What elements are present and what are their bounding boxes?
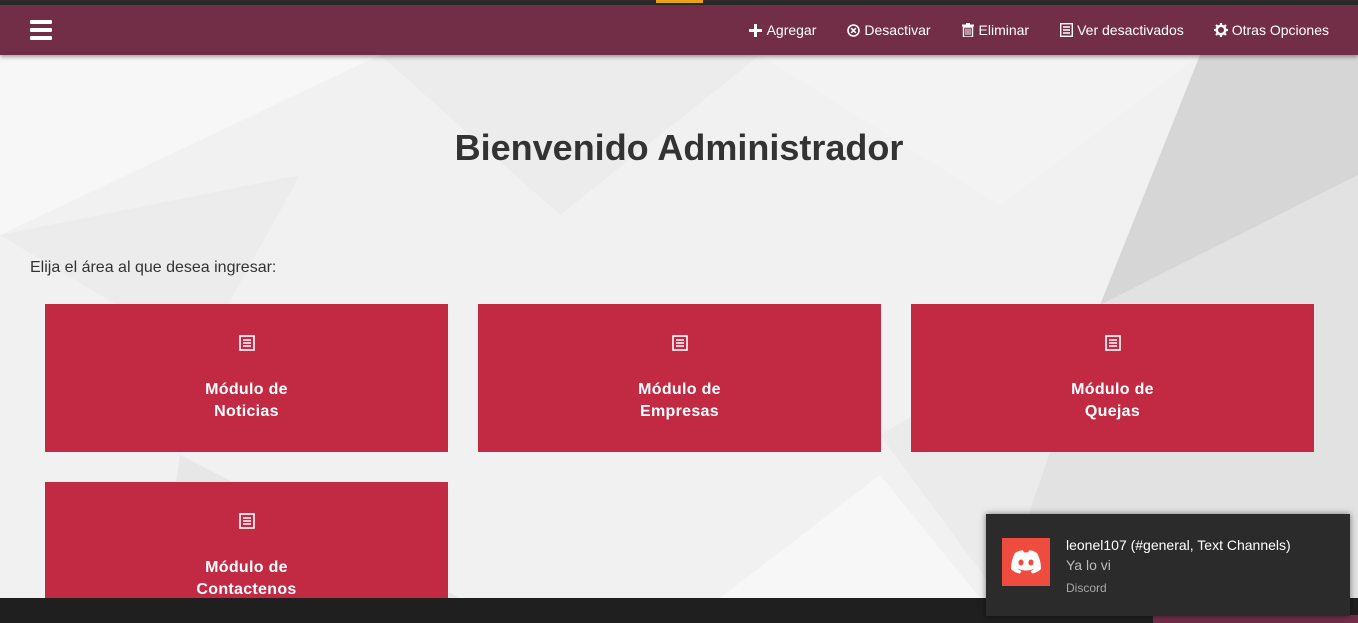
list-icon bbox=[238, 335, 255, 351]
top-accent-bar bbox=[656, 0, 703, 3]
module-card-label-line1: Módulo de bbox=[1071, 381, 1154, 398]
taskbar-accent bbox=[1153, 615, 1358, 623]
module-card-noticias[interactable]: Módulo de Noticias bbox=[45, 304, 448, 452]
module-card-label: Módulo de Contactenos bbox=[45, 557, 448, 598]
page-title: Bienvenido Administrador bbox=[454, 127, 904, 168]
list-icon bbox=[1059, 23, 1073, 37]
delete-button[interactable]: Eliminar bbox=[961, 22, 1030, 38]
delete-button-label: Eliminar bbox=[978, 22, 1030, 38]
area-prompt: Elija el área al que desea ingresar: bbox=[30, 259, 277, 276]
gear-icon bbox=[1213, 23, 1228, 37]
list-icon bbox=[671, 335, 688, 351]
module-card-label-line2: Quejas bbox=[1084, 403, 1141, 420]
module-card-contactenos[interactable]: Módulo de Contactenos bbox=[45, 482, 448, 598]
add-button[interactable]: Agregar bbox=[749, 22, 817, 38]
plus-icon bbox=[749, 23, 763, 37]
navbar-actions: Agregar Desactivar Eliminar Ver desactiv… bbox=[719, 5, 1329, 55]
module-card-quejas[interactable]: Módulo de Quejas bbox=[911, 304, 1314, 452]
view-deactivated-button-label: Ver desactivados bbox=[1077, 22, 1184, 38]
deactivate-button[interactable]: Desactivar bbox=[846, 22, 931, 38]
list-icon bbox=[1104, 335, 1121, 351]
notification-app-name: Discord bbox=[1066, 581, 1107, 595]
notification-title: leonel107 (#general, Text Channels) bbox=[1066, 537, 1291, 553]
module-card-label-line2: Noticias bbox=[214, 403, 279, 420]
deactivate-button-label: Desactivar bbox=[864, 22, 931, 38]
top-navbar: Agregar Desactivar Eliminar Ver desactiv… bbox=[0, 5, 1358, 55]
notification-message: Ya lo vi bbox=[1066, 557, 1111, 573]
other-options-button[interactable]: Otras Opciones bbox=[1213, 22, 1329, 38]
module-card-label-line1: Módulo de bbox=[205, 381, 288, 398]
list-icon bbox=[238, 513, 255, 529]
other-options-button-label: Otras Opciones bbox=[1231, 22, 1329, 38]
module-card-label: Módulo de Noticias bbox=[45, 379, 448, 423]
discord-notification[interactable]: leonel107 (#general, Text Channels) Ya l… bbox=[986, 514, 1350, 616]
module-card-label-line2: Contactenos bbox=[196, 581, 297, 598]
view-deactivated-button[interactable]: Ver desactivados bbox=[1059, 22, 1184, 38]
discord-icon bbox=[1002, 538, 1050, 586]
hamburger-menu-icon[interactable] bbox=[30, 20, 52, 40]
circle-x-icon bbox=[846, 23, 860, 37]
module-card-label: Módulo de Quejas bbox=[911, 379, 1314, 423]
module-card-label-line2: Empresas bbox=[640, 403, 719, 420]
module-card-label-line1: Módulo de bbox=[205, 559, 288, 576]
module-card-label-line1: Módulo de bbox=[638, 381, 721, 398]
module-card-empresas[interactable]: Módulo de Empresas bbox=[478, 304, 881, 452]
add-button-label: Agregar bbox=[766, 22, 817, 38]
trash-icon bbox=[961, 23, 975, 37]
module-card-label: Módulo de Empresas bbox=[478, 379, 881, 423]
